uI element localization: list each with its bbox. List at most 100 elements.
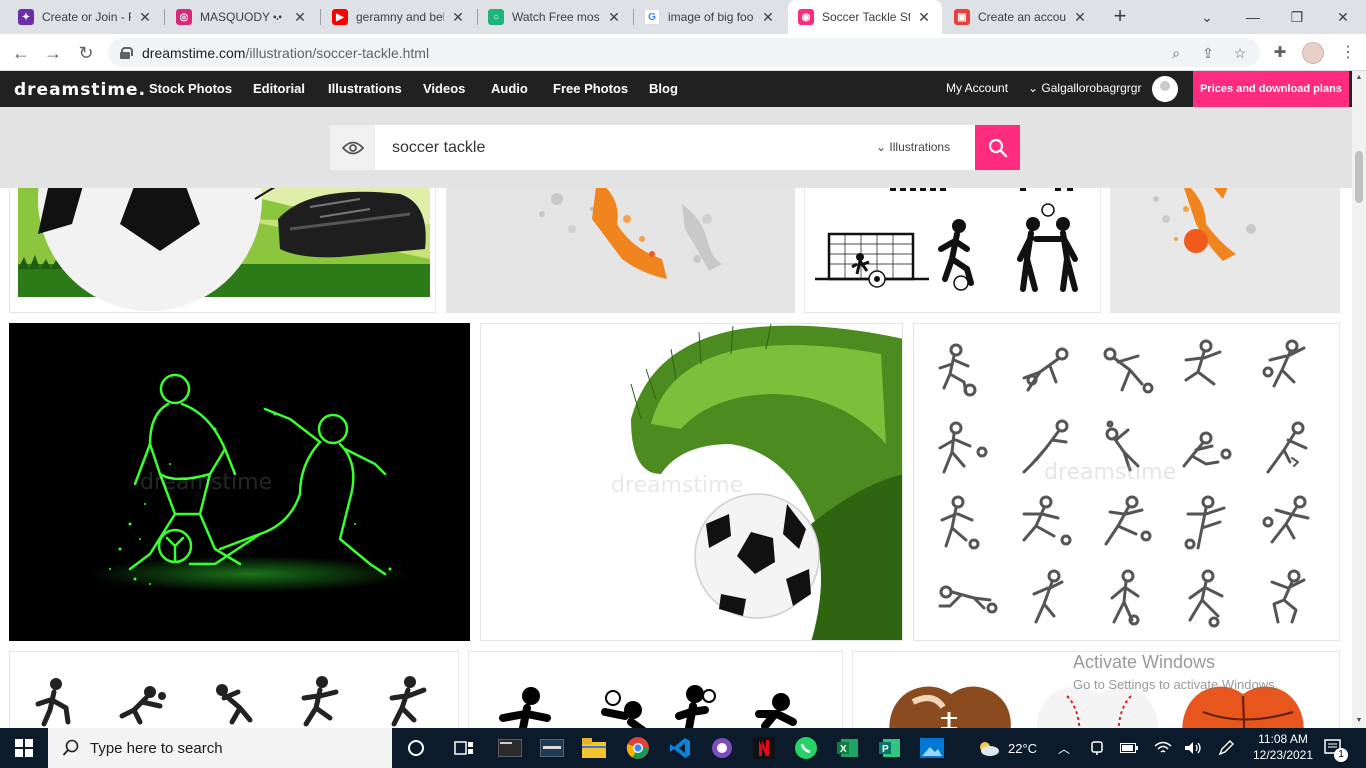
activate-windows-watermark: Activate Windows Go to Settings to activ…: [1073, 652, 1278, 692]
tab-title: MASQUODY💀⚠: [200, 10, 286, 24]
wifi-icon[interactable]: [1154, 728, 1172, 768]
gallery-thumbnail[interactable]: [1110, 188, 1340, 313]
gallery-thumbnail[interactable]: [468, 651, 843, 728]
scroll-thumb[interactable]: [1355, 151, 1363, 203]
windows-logo-icon: [15, 739, 33, 757]
back-icon[interactable]: ←: [8, 40, 34, 66]
close-tab-icon[interactable]: ✕: [1072, 9, 1088, 26]
nav-illustrations[interactable]: Illustrations: [328, 81, 402, 96]
svg-text:X: X: [840, 744, 847, 755]
meet-now-icon[interactable]: [1090, 728, 1106, 768]
vscode-icon[interactable]: [666, 734, 694, 762]
username-menu[interactable]: ⌄ Galgallorobagrgrgr: [1028, 81, 1141, 95]
nav-blog[interactable]: Blog: [649, 81, 678, 96]
minimize-button[interactable]: —: [1230, 0, 1276, 34]
gallery-thumbnail[interactable]: dreamstime: [9, 323, 470, 641]
close-tab-icon[interactable]: ✕: [916, 9, 932, 26]
close-tab-icon[interactable]: ✕: [292, 9, 308, 26]
browser-tab[interactable]: G image of big foo ✕: [634, 0, 786, 34]
mysql-workbench-icon[interactable]: [538, 734, 566, 762]
search-input[interactable]: [392, 137, 862, 159]
user-avatar[interactable]: [1152, 76, 1178, 102]
dreamstime-logo[interactable]: dreamstime.: [14, 80, 146, 100]
extensions-icon[interactable]: ✚: [1268, 41, 1292, 65]
nav-editorial[interactable]: Editorial: [253, 81, 305, 96]
my-account-link[interactable]: My Account: [946, 81, 1008, 95]
zoom-icon[interactable]: ⌕: [1166, 43, 1186, 63]
notification-badge: 1: [1334, 748, 1348, 762]
restore-button[interactable]: ❐: [1274, 0, 1320, 34]
forward-icon[interactable]: →: [40, 40, 66, 66]
browser-tab[interactable]: ▣ Create an accoun ✕: [944, 0, 1098, 34]
reload-icon[interactable]: ↻: [73, 40, 99, 66]
gallery-thumbnail[interactable]: dreamstime: [913, 323, 1340, 641]
scroll-down-icon[interactable]: ▼: [1352, 714, 1366, 728]
nav-stock-photos[interactable]: Stock Photos: [149, 81, 232, 96]
pen-icon[interactable]: [1218, 728, 1234, 768]
chrome-icon[interactable]: [624, 734, 652, 762]
weather-widget[interactable]: 22°C: [976, 728, 1037, 768]
gallery-thumbnail[interactable]: dreamstime: [480, 323, 903, 641]
start-button[interactable]: [0, 728, 48, 768]
username: Galgallorobagrgrgr: [1041, 81, 1142, 95]
image-gallery: dreamstime dreamstime dreamstime: [0, 188, 1352, 728]
close-tab-icon[interactable]: ✕: [137, 9, 153, 26]
github-desktop-icon[interactable]: [708, 734, 736, 762]
taskbar-search[interactable]: Type here to search: [48, 728, 392, 768]
excel-icon[interactable]: X: [834, 734, 862, 762]
netflix-icon[interactable]: [750, 734, 778, 762]
notification-center-button[interactable]: 1: [1324, 728, 1348, 768]
browser-tab[interactable]: ○ Watch Free most ✕: [478, 0, 632, 34]
taskbar-search-placeholder: Type here to search: [90, 739, 223, 757]
nav-audio[interactable]: Audio: [491, 81, 528, 96]
gallery-thumbnail[interactable]: [804, 188, 1101, 313]
profile-avatar[interactable]: [1302, 42, 1324, 64]
gallery-thumbnail[interactable]: [9, 188, 436, 313]
tab-favicon-icon: ○: [488, 9, 504, 25]
prices-plans-button[interactable]: Prices and download plans: [1193, 71, 1349, 107]
address-bar[interactable]: dreamstime.com/illustration/soccer-tackl…: [108, 38, 1260, 67]
system-clock[interactable]: 11:08 AM 12/23/2021: [1246, 731, 1320, 763]
nav-videos[interactable]: Videos: [423, 81, 465, 96]
task-view-icon[interactable]: [450, 734, 478, 762]
tab-search-chevron-icon[interactable]: ⌄: [1184, 0, 1230, 34]
windows-taskbar: Type here to search X P 22°C ︿ 11:08 AM …: [0, 728, 1366, 768]
browser-tab-strip: ✦ Create or Join - F ✕ ◎ MASQUODY💀⚠ ✕ ▶ …: [0, 0, 1366, 34]
file-explorer-icon[interactable]: [580, 734, 608, 762]
chevron-up-icon[interactable]: ︿: [1058, 728, 1070, 768]
browser-tab[interactable]: ▶ geramny and bel ✕: [322, 0, 476, 34]
cortana-icon[interactable]: [402, 734, 430, 762]
terminal-app-icon[interactable]: [496, 734, 524, 762]
new-tab-button[interactable]: +: [1108, 5, 1132, 29]
share-icon[interactable]: ⇪: [1198, 43, 1218, 63]
tab-title: Create an accoun: [978, 10, 1066, 24]
tab-favicon-icon: ✦: [18, 9, 34, 25]
gallery-thumbnail[interactable]: [446, 188, 795, 313]
close-window-button[interactable]: ✕: [1320, 0, 1366, 34]
photos-app-icon[interactable]: [918, 734, 946, 762]
activate-title: Activate Windows: [1073, 652, 1216, 672]
browser-tab-active[interactable]: ◉ Soccer Tackle Sto ✕: [788, 0, 942, 34]
tab-favicon-icon: ◎: [176, 9, 192, 25]
close-tab-icon[interactable]: ✕: [760, 9, 776, 26]
browser-tab[interactable]: ✦ Create or Join - F ✕: [8, 0, 163, 34]
browser-tab[interactable]: ◎ MASQUODY💀⚠ ✕: [166, 0, 318, 34]
close-tab-icon[interactable]: ✕: [606, 9, 622, 26]
tab-favicon-icon: ▣: [954, 9, 970, 25]
battery-icon[interactable]: [1120, 728, 1138, 768]
search-button[interactable]: [975, 125, 1020, 170]
whatsapp-icon[interactable]: [792, 734, 820, 762]
publisher-icon[interactable]: P: [876, 734, 904, 762]
eye-icon[interactable]: [330, 125, 375, 170]
bookmark-star-icon[interactable]: ☆: [1230, 43, 1250, 63]
volume-icon[interactable]: [1184, 728, 1202, 768]
nav-free-photos[interactable]: Free Photos: [553, 81, 628, 96]
scroll-up-icon[interactable]: ▲: [1352, 71, 1366, 85]
chrome-menu-icon[interactable]: ⋮: [1338, 41, 1358, 65]
close-tab-icon[interactable]: ✕: [450, 9, 466, 26]
url-domain: dreamstime.com: [142, 44, 246, 61]
page-scrollbar[interactable]: ▲ ▼: [1352, 71, 1366, 728]
category-select[interactable]: ⌄ Illustrations: [876, 140, 950, 154]
activate-subtitle: Go to Settings to activate Windows.: [1073, 677, 1279, 692]
gallery-thumbnail[interactable]: [9, 651, 459, 728]
